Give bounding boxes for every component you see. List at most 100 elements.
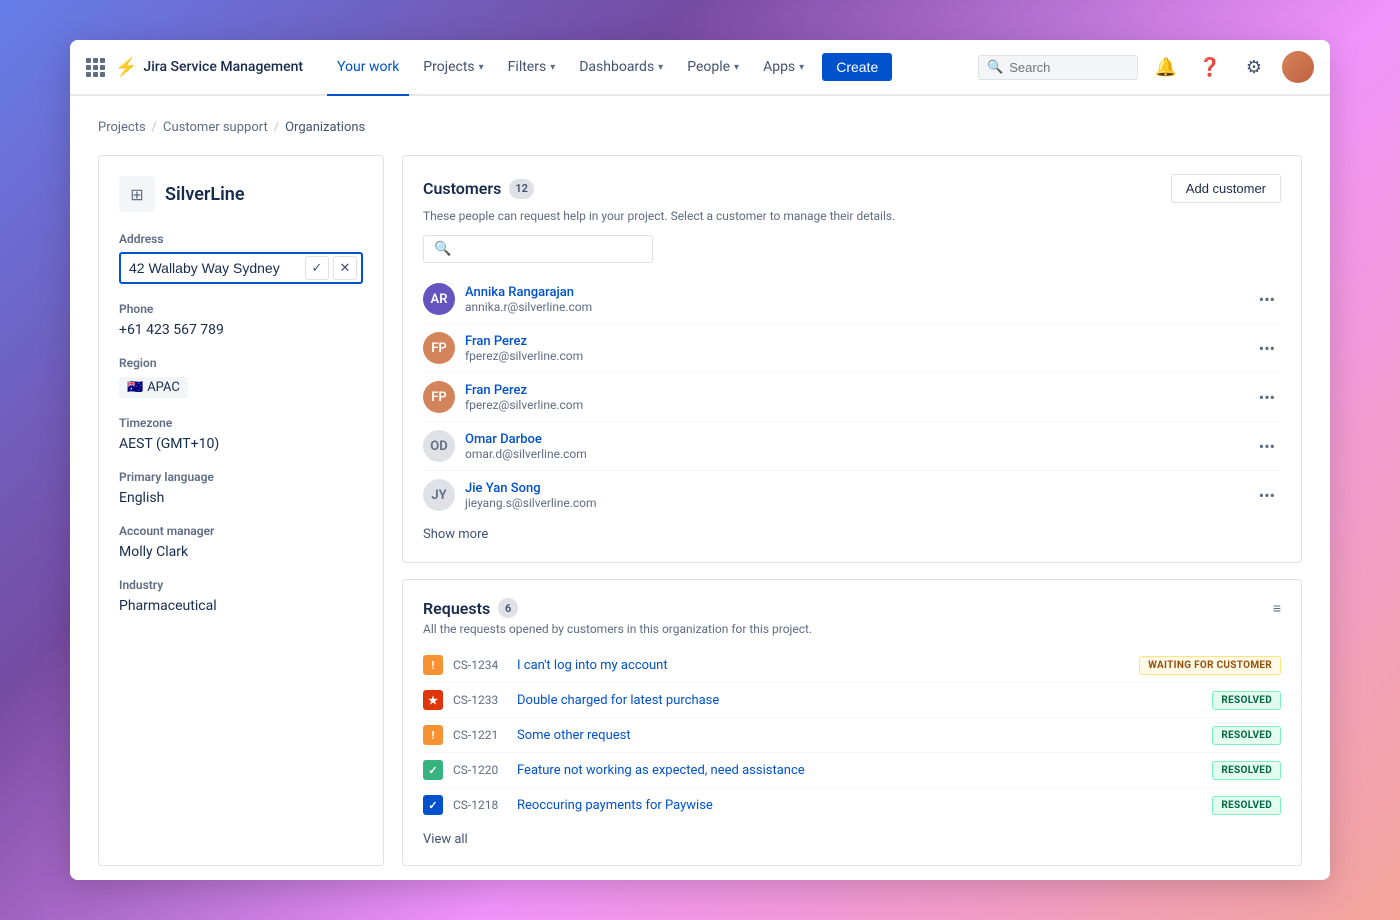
list-item: ✓ CS-1220 Feature not working as expecte… [423,753,1281,788]
address-field: Address ✓ ✕ [119,232,363,284]
avatar: AR [423,283,455,315]
nav-item-apps[interactable]: Apps ▾ [753,40,814,96]
request-type-icon: ! [423,725,443,745]
nav-search-box[interactable]: 🔍 [978,55,1138,80]
breadcrumb-customer-support[interactable]: Customer support [163,120,268,135]
request-title[interactable]: I can't log into my account [517,658,1129,673]
help-icon[interactable]: ❓ [1194,51,1226,83]
customer-name[interactable]: Annika Rangarajan [465,285,1243,300]
breadcrumb-separator: / [274,120,279,135]
chevron-down-icon: ▾ [550,62,555,73]
show-more-button[interactable]: Show more [423,519,488,544]
timezone-value: AEST (GMT+10) [119,436,363,452]
settings-icon[interactable]: ⚙ [1238,51,1270,83]
region-tag: 🇦🇺 APAC [119,376,363,398]
org-panel: ⊞ SilverLine Address ✓ ✕ Phone +6 [98,155,384,866]
request-title[interactable]: Double charged for latest purchase [517,693,1202,708]
customer-name[interactable]: Fran Perez [465,334,1243,349]
list-item: FP Fran Perez fperez@silverline.com ••• [423,324,1281,373]
customer-name[interactable]: Jie Yan Song [465,481,1243,496]
address-label: Address [119,232,363,246]
requests-count: 6 [498,598,518,618]
region-field: Region 🇦🇺 APAC [119,356,363,398]
customer-name[interactable]: Fran Perez [465,383,1243,398]
content-area: Projects / Customer support / Organizati… [70,96,1330,880]
phone-value: +61 423 567 789 [119,322,363,338]
right-panel: Customers 12 Add customer These people c… [402,155,1302,866]
search-input[interactable] [1009,60,1119,75]
request-type-icon: ★ [423,690,443,710]
requests-section: Requests 6 ≡ All the requests opened by … [402,579,1302,866]
industry-value: Pharmaceutical [119,598,363,614]
more-options-icon[interactable]: ••• [1253,288,1281,311]
language-label: Primary language [119,470,363,484]
nav-item-projects[interactable]: Projects ▾ [413,40,493,96]
confirm-address-button[interactable]: ✓ [305,256,329,280]
customer-info: Jie Yan Song jieyang.s@silverline.com [465,481,1243,510]
list-item: FP Fran Perez fperez@silverline.com ••• [423,373,1281,422]
address-input-wrap: ✓ ✕ [119,252,363,284]
industry-field: Industry Pharmaceutical [119,578,363,614]
customers-header: Customers 12 Add customer [423,174,1281,203]
view-all-button[interactable]: View all [423,822,468,847]
nav-item-people[interactable]: People ▾ [677,40,749,96]
region-value: APAC [147,380,180,395]
nav-logo-text: Jira Service Management [143,59,303,75]
request-title[interactable]: Feature not working as expected, need as… [517,763,1202,778]
panels: ⊞ SilverLine Address ✓ ✕ Phone +6 [98,155,1302,866]
account-manager-value: Molly Clark [119,544,363,560]
add-customer-button[interactable]: Add customer [1171,174,1281,203]
customer-name[interactable]: Omar Darboe [465,432,1243,447]
more-options-icon[interactable]: ••• [1253,484,1281,507]
request-type-icon: ! [423,655,443,675]
customers-desc: These people can request help in your pr… [423,209,1281,223]
customer-email: annika.r@silverline.com [465,300,1243,314]
request-id: CS-1218 [453,798,507,812]
list-item: ★ CS-1233 Double charged for latest purc… [423,683,1281,718]
avatar[interactable] [1282,51,1314,83]
status-badge: RESOLVED [1212,796,1281,815]
address-actions: ✓ ✕ [305,256,357,280]
flag-icon: 🇦🇺 [127,380,143,395]
avatar: OD [423,430,455,462]
nav-item-filters[interactable]: Filters ▾ [498,40,566,96]
customers-count: 12 [509,179,534,199]
avatar: FP [423,332,455,364]
list-item: JY Jie Yan Song jieyang.s@silverline.com… [423,471,1281,519]
request-type-icon: ✓ [423,795,443,815]
more-options-icon[interactable]: ••• [1253,337,1281,360]
phone-field: Phone +61 423 567 789 [119,302,363,338]
request-title[interactable]: Reoccuring payments for Paywise [517,798,1202,813]
cancel-address-button[interactable]: ✕ [333,256,357,280]
filter-icon[interactable]: ≡ [1273,600,1281,617]
search-icon: 🔍 [434,241,451,257]
request-title[interactable]: Some other request [517,728,1202,743]
org-name: SilverLine [165,184,245,205]
request-id: CS-1234 [453,658,507,672]
requests-desc: All the requests opened by customers in … [423,622,1281,636]
nav-logo[interactable]: ⚡ Jira Service Management [115,57,303,78]
timezone-label: Timezone [119,416,363,430]
nav-items: Your work Projects ▾ Filters ▾ Dashboard… [327,40,814,94]
grid-menu-icon[interactable] [86,58,105,77]
breadcrumb-projects[interactable]: Projects [98,120,146,135]
customer-email: jieyang.s@silverline.com [465,496,1243,510]
nav-item-dashboards[interactable]: Dashboards ▾ [569,40,673,96]
create-button[interactable]: Create [822,53,892,81]
request-id: CS-1221 [453,728,507,742]
request-type-icon: ✓ [423,760,443,780]
more-options-icon[interactable]: ••• [1253,386,1281,409]
breadcrumb-separator: / [152,120,157,135]
customer-search-input[interactable] [457,242,617,257]
jira-logo-icon: ⚡ [115,57,137,78]
nav-item-your-work[interactable]: Your work [327,40,409,96]
navbar: ⚡ Jira Service Management Your work Proj… [70,40,1330,96]
notifications-icon[interactable]: 🔔 [1150,51,1182,83]
avatar: FP [423,381,455,413]
customer-list: AR Annika Rangarajan annika.r@silverline… [423,275,1281,519]
more-options-icon[interactable]: ••• [1253,435,1281,458]
breadcrumb-current: Organizations [285,120,365,135]
list-item: ! CS-1221 Some other request RESOLVED [423,718,1281,753]
org-header: ⊞ SilverLine [119,176,363,212]
customer-search-box[interactable]: 🔍 [423,235,653,263]
